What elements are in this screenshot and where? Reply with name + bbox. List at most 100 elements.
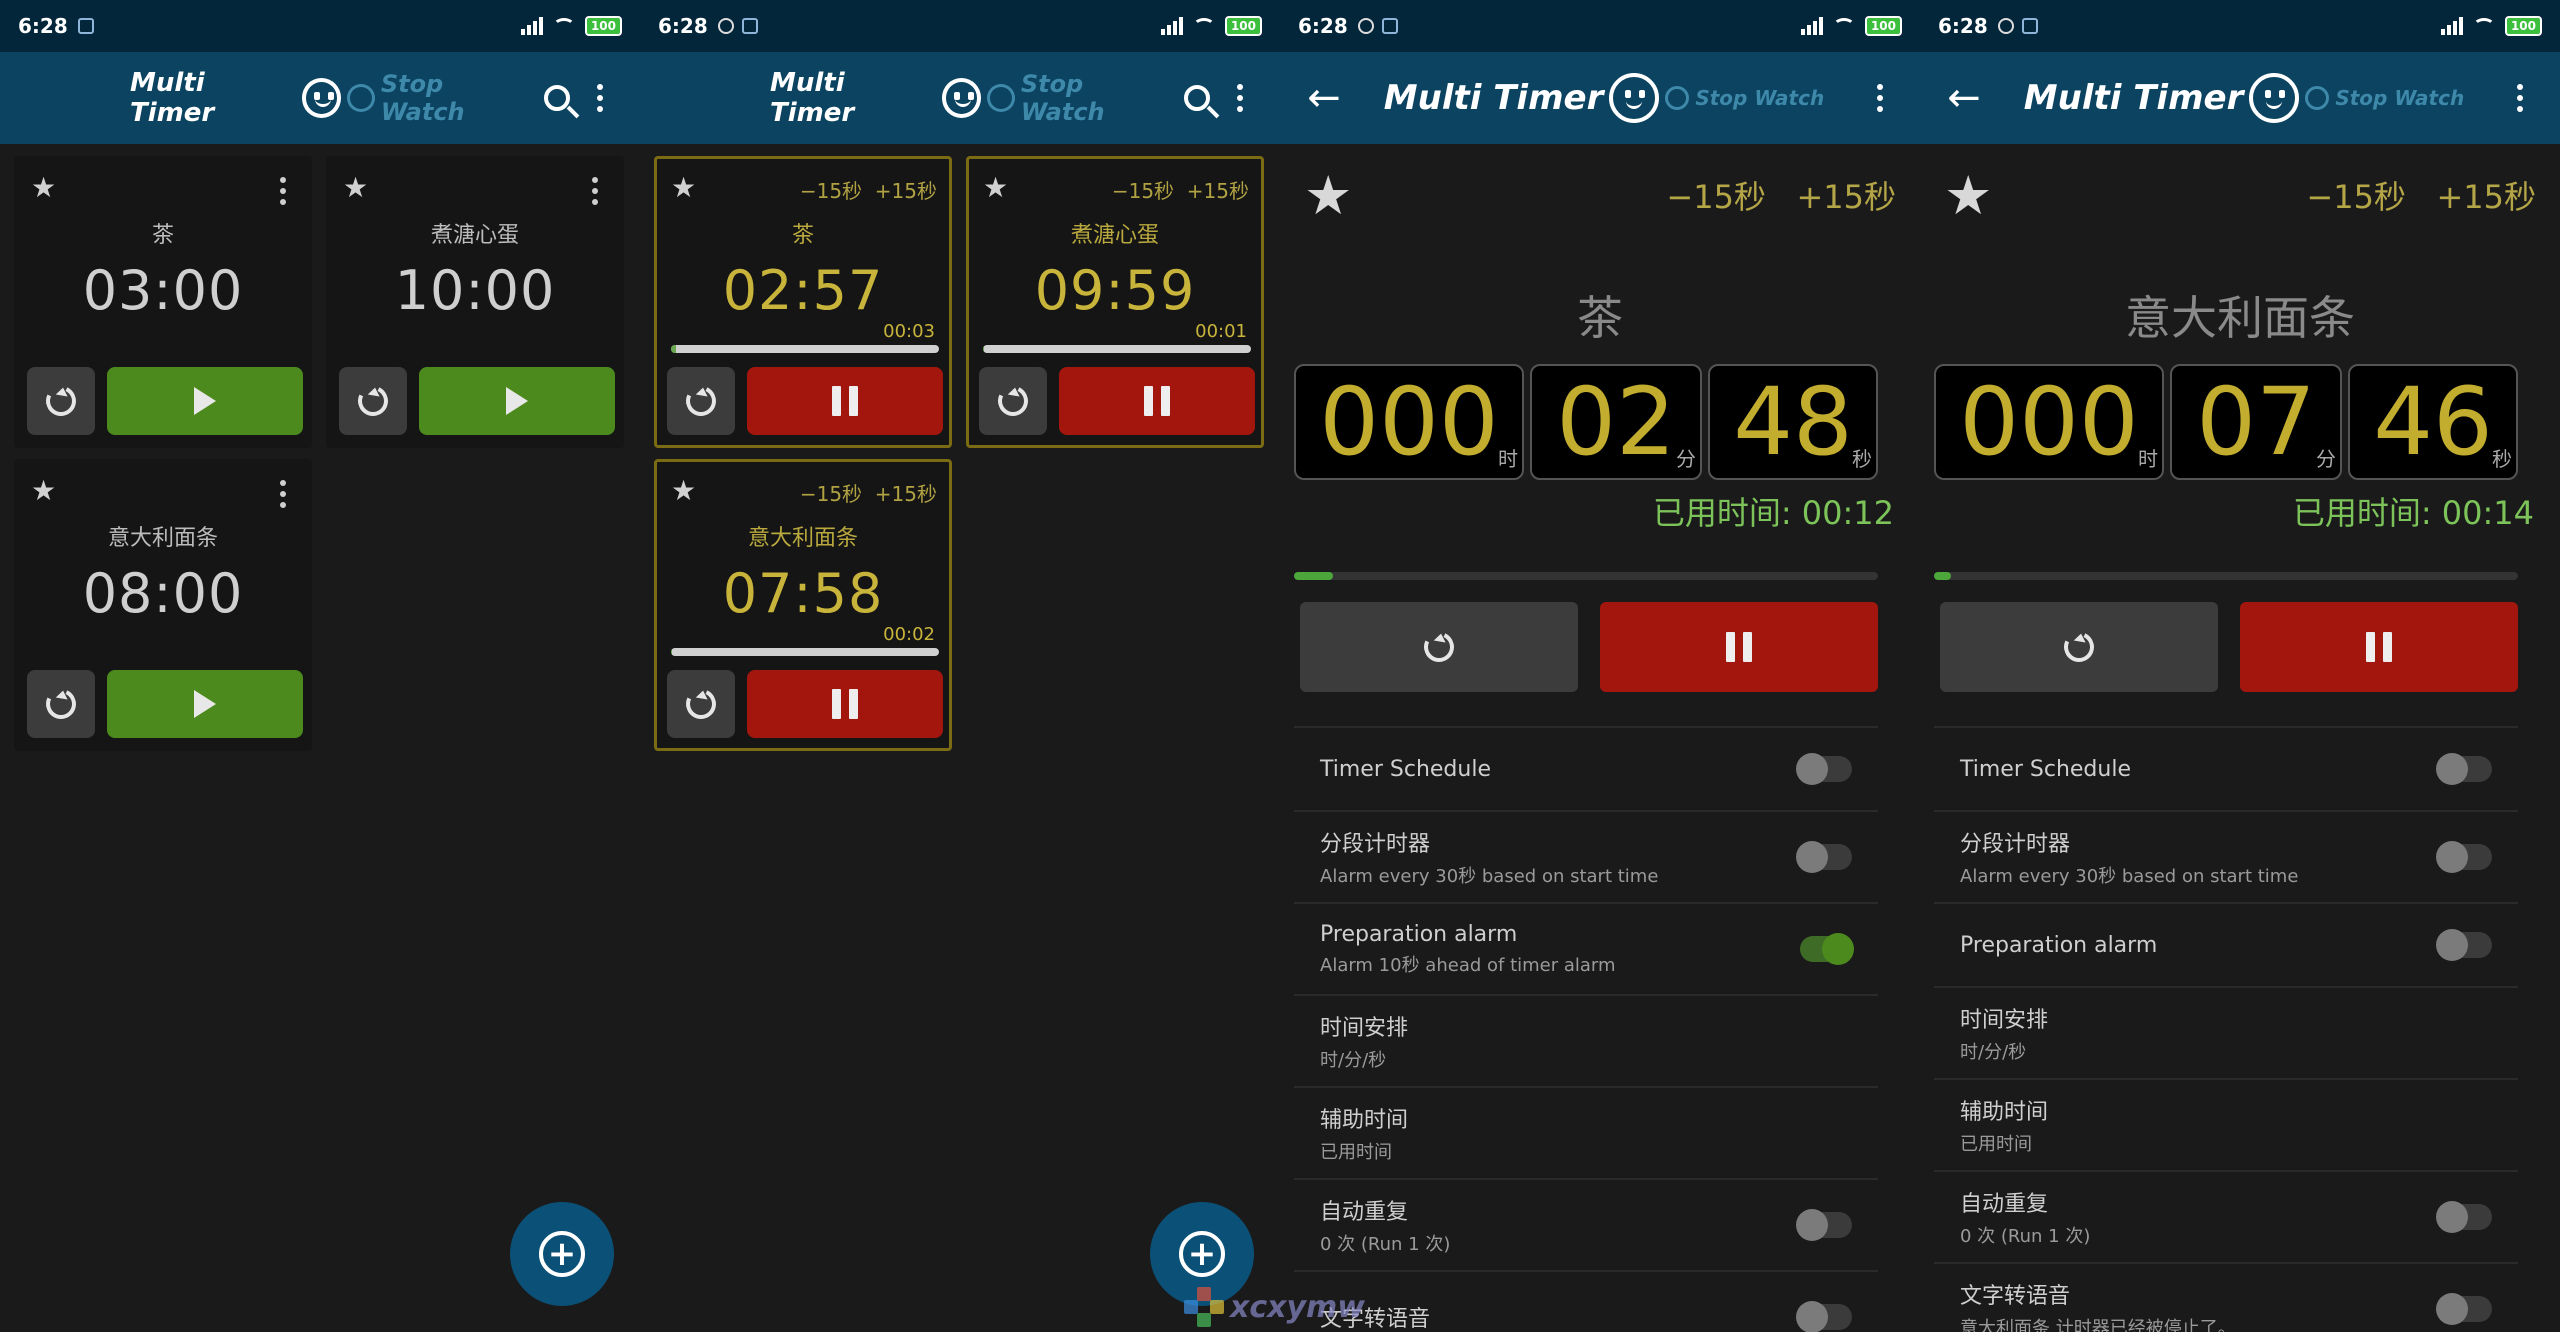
pause-icon (1726, 632, 1752, 662)
timer-card[interactable]: ★ 煮溏心蛋 10:00 (326, 156, 624, 448)
setting-interval-timer[interactable]: 分段计时器 Alarm every 30秒 based on start time (1934, 810, 2518, 902)
toggle-switch[interactable] (1796, 1209, 1852, 1241)
alarm-status-icon (717, 18, 734, 34)
setting-aux-time[interactable]: 辅助时间 已用时间 (1294, 1086, 1878, 1178)
seconds-box[interactable]: 48 秒 (1708, 364, 1878, 480)
tab-multi-timer[interactable]: Multi Timer (1384, 78, 1604, 118)
timer-time: 07:58 (722, 562, 884, 625)
reset-button[interactable] (27, 670, 95, 738)
star-icon[interactable]: ★ (1304, 164, 1352, 227)
setting-interval-timer[interactable]: 分段计时器 Alarm every 30秒 based on start time (1294, 810, 1878, 902)
back-arrow-icon[interactable]: ← (1940, 75, 1988, 121)
tab-stop-watch[interactable]: Stop Watch (1665, 86, 1824, 110)
toggle-switch[interactable] (2436, 841, 2492, 873)
watermark: xcxymw (1184, 1282, 1384, 1332)
hours-box[interactable]: 000 时 (1934, 364, 2164, 480)
setting-time-arrangement[interactable]: 时间安排 时/分/秒 (1934, 986, 2518, 1078)
minutes-box[interactable]: 02 分 (1530, 364, 1702, 480)
setting-auto-repeat[interactable]: 自动重复 0 次 (Run 1 次) (1294, 1178, 1878, 1270)
card-menu-icon[interactable] (263, 470, 303, 518)
plus-15s-button[interactable]: +15秒 (1796, 178, 1896, 216)
overflow-menu-icon[interactable] (1221, 74, 1260, 122)
reset-button[interactable] (979, 367, 1047, 435)
timer-card-running[interactable]: ★ −15秒 +15秒 意大利面条 07:58 00:02 (654, 459, 952, 751)
toggle-switch[interactable] (1800, 933, 1854, 965)
toggle-switch[interactable] (1796, 1301, 1852, 1332)
pause-button[interactable] (1600, 602, 1878, 692)
pause-button[interactable] (1059, 367, 1255, 435)
reset-button[interactable] (27, 367, 95, 435)
refresh-icon (681, 684, 721, 724)
setting-aux-time[interactable]: 辅助时间 已用时间 (1934, 1078, 2518, 1170)
plus-15s-button[interactable]: +15秒 (875, 179, 937, 203)
minus-15s-button[interactable]: −15秒 (800, 179, 862, 203)
star-icon[interactable]: ★ (31, 171, 56, 204)
setting-timer-schedule[interactable]: Timer Schedule (1294, 726, 1878, 810)
stop-watch-label: Stop Watch (380, 70, 465, 126)
reset-button[interactable] (339, 367, 407, 435)
tab-multi-timer[interactable]: Multi Timer (130, 68, 296, 128)
star-icon[interactable]: ★ (31, 474, 56, 507)
setting-text-to-speech[interactable]: 文字转语音 意大利面条 计时器已经被停止了。 (1934, 1262, 2518, 1332)
pause-button[interactable] (747, 367, 943, 435)
plus-15s-button[interactable]: +15秒 (875, 482, 937, 506)
minus-15s-button[interactable]: −15秒 (1666, 178, 1766, 216)
toggle-switch[interactable] (1796, 753, 1852, 785)
hours-box[interactable]: 000 时 (1294, 364, 1524, 480)
tab-stop-watch[interactable]: Stop Watch (347, 70, 533, 126)
setting-preparation-alarm[interactable]: Preparation alarm (1934, 902, 2518, 986)
minutes-box[interactable]: 07 分 (2170, 364, 2342, 480)
timer-card[interactable]: ★ 意大利面条 08:00 (14, 459, 312, 751)
wifi-icon (1192, 18, 1215, 34)
reset-button[interactable] (667, 670, 735, 738)
overflow-menu-icon[interactable] (2500, 74, 2540, 122)
toggle-switch[interactable] (2436, 1201, 2492, 1233)
start-button[interactable] (419, 367, 615, 435)
start-button[interactable] (107, 367, 303, 435)
minutes-value: 07 (2196, 367, 2316, 477)
tab-stop-watch[interactable]: Stop Watch (987, 70, 1173, 126)
tab-multi-timer[interactable]: Multi Timer (2024, 78, 2244, 118)
setting-preparation-alarm[interactable]: Preparation alarm Alarm 10秒 ahead of time… (1294, 902, 1878, 994)
setting-timer-schedule[interactable]: Timer Schedule (1934, 726, 2518, 810)
reset-button[interactable] (667, 367, 735, 435)
pause-button[interactable] (747, 670, 943, 738)
timer-card[interactable]: ★ 茶 03:00 (14, 156, 312, 448)
start-button[interactable] (107, 670, 303, 738)
star-icon[interactable]: ★ (983, 171, 1008, 204)
alarm-status-icon (1997, 18, 2014, 34)
minus-15s-button[interactable]: −15秒 (800, 482, 862, 506)
overflow-menu-icon[interactable] (1860, 74, 1900, 122)
add-timer-button[interactable]: + (510, 1202, 614, 1306)
tab-stop-watch[interactable]: Stop Watch (2305, 86, 2464, 110)
progress-bar (671, 648, 939, 656)
reset-button[interactable] (1300, 602, 1578, 692)
back-arrow-icon[interactable]: ← (1300, 75, 1348, 121)
star-icon[interactable]: ★ (343, 171, 368, 204)
toggle-switch[interactable] (1796, 841, 1852, 873)
star-icon[interactable]: ★ (671, 171, 696, 204)
seconds-box[interactable]: 46 秒 (2348, 364, 2518, 480)
star-icon[interactable]: ★ (1944, 164, 1992, 227)
minus-15s-button[interactable]: −15秒 (1112, 179, 1174, 203)
panel-timer-detail-tea: 6:28 100 ← Multi Timer Stop Watch ★ −15秒… (1280, 0, 1920, 1332)
star-icon[interactable]: ★ (671, 474, 696, 507)
timer-card-running[interactable]: ★ −15秒 +15秒 茶 02:57 00:03 (654, 156, 952, 448)
search-button[interactable] (533, 74, 580, 122)
timer-card-running[interactable]: ★ −15秒 +15秒 煮溏心蛋 09:59 00:01 (966, 156, 1264, 448)
toggle-switch[interactable] (2436, 929, 2492, 961)
setting-time-arrangement[interactable]: 时间安排 时/分/秒 (1294, 994, 1878, 1086)
plus-15s-button[interactable]: +15秒 (1187, 179, 1249, 203)
search-button[interactable] (1173, 74, 1220, 122)
plus-15s-button[interactable]: +15秒 (2436, 178, 2536, 216)
reset-button[interactable] (1940, 602, 2218, 692)
minus-15s-button[interactable]: −15秒 (2306, 178, 2406, 216)
overflow-menu-icon[interactable] (581, 74, 620, 122)
tab-multi-timer[interactable]: Multi Timer (770, 68, 936, 128)
card-menu-icon[interactable] (263, 167, 303, 215)
setting-auto-repeat[interactable]: 自动重复 0 次 (Run 1 次) (1934, 1170, 2518, 1262)
pause-button[interactable] (2240, 602, 2518, 692)
toggle-switch[interactable] (2436, 753, 2492, 785)
card-menu-icon[interactable] (575, 167, 615, 215)
toggle-switch[interactable] (2436, 1293, 2492, 1325)
